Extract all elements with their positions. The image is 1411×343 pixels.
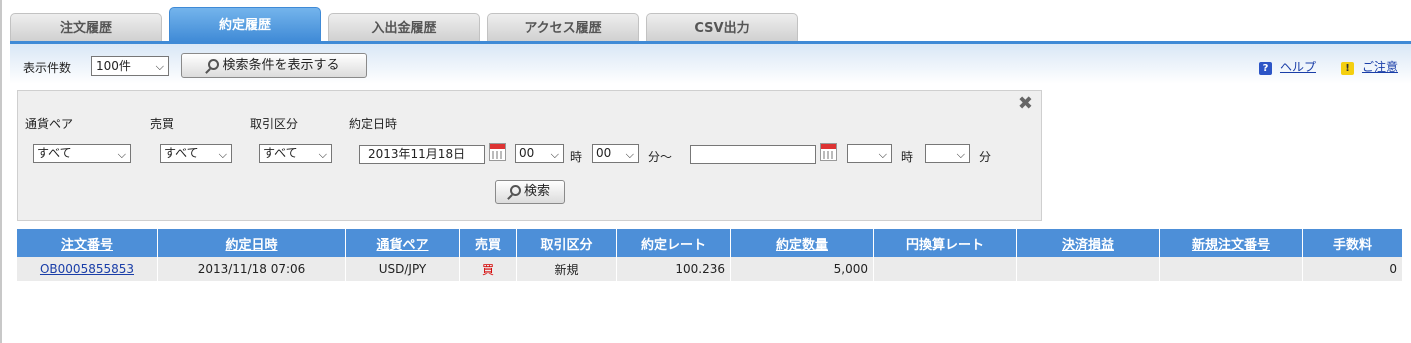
help-link-group: ? ヘルプ: [1258, 58, 1316, 75]
help-link[interactable]: ヘルプ: [1280, 60, 1316, 74]
trade-type-select-value: すべて: [263, 146, 298, 160]
cell-currency-pair: USD/JPY: [346, 257, 460, 281]
pair-select-value: すべて: [37, 146, 72, 160]
from-hour-value: 00: [519, 146, 535, 160]
sort-order-number-link[interactable]: 注文番号: [61, 238, 113, 253]
caution-link-group: ! ご注意: [1340, 58, 1398, 75]
show-search-conditions-label: 検索条件を表示する: [222, 58, 340, 73]
chevron-down-icon: ⌵: [155, 60, 164, 73]
caution-link[interactable]: ご注意: [1362, 60, 1398, 74]
search-icon: [208, 59, 220, 70]
from-minute-value: 00: [596, 146, 612, 160]
table-header-row: 注文番号 約定日時 通貨ペア 売買 取引区分 約定レート 約定数量 円換算レート…: [17, 229, 1403, 257]
tab-execution-history[interactable]: 約定履歴: [169, 7, 321, 42]
left-border: [0, 0, 2, 343]
hour-unit: 時: [901, 150, 914, 164]
search-conditions-panel: ✖ 通貨ペア 売買 取引区分 約定日時 すべて ⌵ すべて ⌵ すべて ⌵ 2013年…: [17, 90, 1042, 221]
col-settlement-pl[interactable]: 決済損益: [1017, 229, 1160, 257]
execution-history-table: 注文番号 約定日時 通貨ペア 売買 取引区分 約定レート 約定数量 円換算レート…: [17, 229, 1403, 281]
cell-fee: 0: [1303, 257, 1403, 281]
table-row: OB0005855853 2013/11/18 07:06 USD/JPY 買 …: [17, 257, 1403, 281]
pair-select[interactable]: すべて ⌵: [33, 144, 131, 163]
display-count-value: 100件: [96, 59, 131, 73]
toolbar: 表示件数 100件 ⌵ 検索条件を表示する: [10, 44, 1411, 84]
cell-settlement-pl: [1017, 257, 1160, 281]
search-button-label: 検索: [523, 184, 550, 199]
order-number-link[interactable]: OB0005855853: [40, 262, 134, 276]
chevron-down-icon: ⌵: [117, 148, 126, 161]
col-currency-pair[interactable]: 通貨ペア: [346, 229, 460, 257]
sort-execution-datetime-link[interactable]: 約定日時: [225, 238, 277, 253]
cell-new-order-number: [1160, 257, 1303, 281]
side-select[interactable]: すべて ⌵: [160, 144, 232, 163]
sort-new-order-number-link[interactable]: 新規注文番号: [1192, 238, 1270, 253]
calendar-icon[interactable]: [820, 143, 837, 161]
help-icon: ?: [1258, 62, 1272, 75]
execution-datetime-label: 約定日時: [349, 117, 398, 131]
chevron-down-icon: ⌵: [218, 148, 227, 161]
tab-csv-output[interactable]: CSV出力: [646, 13, 798, 42]
side-select-value: すべて: [164, 146, 199, 160]
chevron-down-icon: ⌵: [550, 148, 559, 161]
trade-type-label: 取引区分: [250, 117, 299, 131]
pair-label: 通貨ペア: [25, 117, 74, 131]
close-icon[interactable]: ✖: [1018, 93, 1033, 114]
col-trade-type: 取引区分: [517, 229, 617, 257]
cell-execution-quantity: 5,000: [731, 257, 874, 281]
cell-execution-datetime: 2013/11/18 07:06: [158, 257, 346, 281]
tab-access-history[interactable]: アクセス履歴: [487, 13, 639, 42]
to-minute-select[interactable]: ⌵: [925, 144, 970, 163]
search-icon: [509, 185, 521, 196]
col-side: 売買: [460, 229, 517, 257]
display-count-select[interactable]: 100件 ⌵: [91, 56, 169, 76]
chevron-down-icon: ⌵: [318, 148, 327, 161]
from-hour-select[interactable]: 00 ⌵: [515, 144, 564, 163]
col-yen-conversion-rate: 円換算レート: [874, 229, 1017, 257]
chevron-down-icon: ⌵: [956, 148, 965, 161]
minute-unit: 分: [979, 150, 992, 164]
col-execution-datetime[interactable]: 約定日時: [158, 229, 346, 257]
chevron-down-icon: ⌵: [878, 148, 887, 161]
col-order-number[interactable]: 注文番号: [17, 229, 158, 257]
side-label: 売買: [150, 117, 175, 131]
sort-currency-pair-link[interactable]: 通貨ペア: [376, 238, 428, 253]
trade-type-select[interactable]: すべて ⌵: [259, 144, 332, 163]
calendar-icon[interactable]: [489, 143, 506, 161]
cell-yen-conversion-rate: [874, 257, 1017, 281]
to-date-input[interactable]: [690, 145, 816, 164]
hour-unit: 時: [570, 150, 583, 164]
from-minute-select[interactable]: 00 ⌵: [592, 144, 639, 163]
sort-settlement-pl-link[interactable]: 決済損益: [1062, 238, 1114, 253]
col-fee: 手数料: [1303, 229, 1403, 257]
warning-icon: !: [1340, 62, 1354, 75]
display-count-label: 表示件数: [23, 61, 72, 75]
from-date-input[interactable]: 2013年11月18日: [359, 145, 485, 164]
to-hour-select[interactable]: ⌵: [847, 144, 892, 163]
cell-trade-type: 新規: [517, 257, 617, 281]
tab-order-history[interactable]: 注文履歴: [10, 13, 162, 42]
cell-side: 買: [460, 257, 517, 281]
col-execution-quantity[interactable]: 約定数量: [731, 229, 874, 257]
cell-order-number: OB0005855853: [17, 257, 158, 281]
cell-execution-rate: 100.236: [617, 257, 731, 281]
sort-execution-quantity-link[interactable]: 約定数量: [776, 238, 828, 253]
col-execution-rate: 約定レート: [617, 229, 731, 257]
chevron-down-icon: ⌵: [625, 148, 634, 161]
tab-deposit-withdrawal-history[interactable]: 入出金履歴: [328, 13, 480, 42]
show-search-conditions-button[interactable]: 検索条件を表示する: [181, 53, 367, 78]
col-new-order-number[interactable]: 新規注文番号: [1160, 229, 1303, 257]
minute-range-separator: 分～: [648, 150, 673, 164]
search-button[interactable]: 検索: [495, 180, 565, 204]
